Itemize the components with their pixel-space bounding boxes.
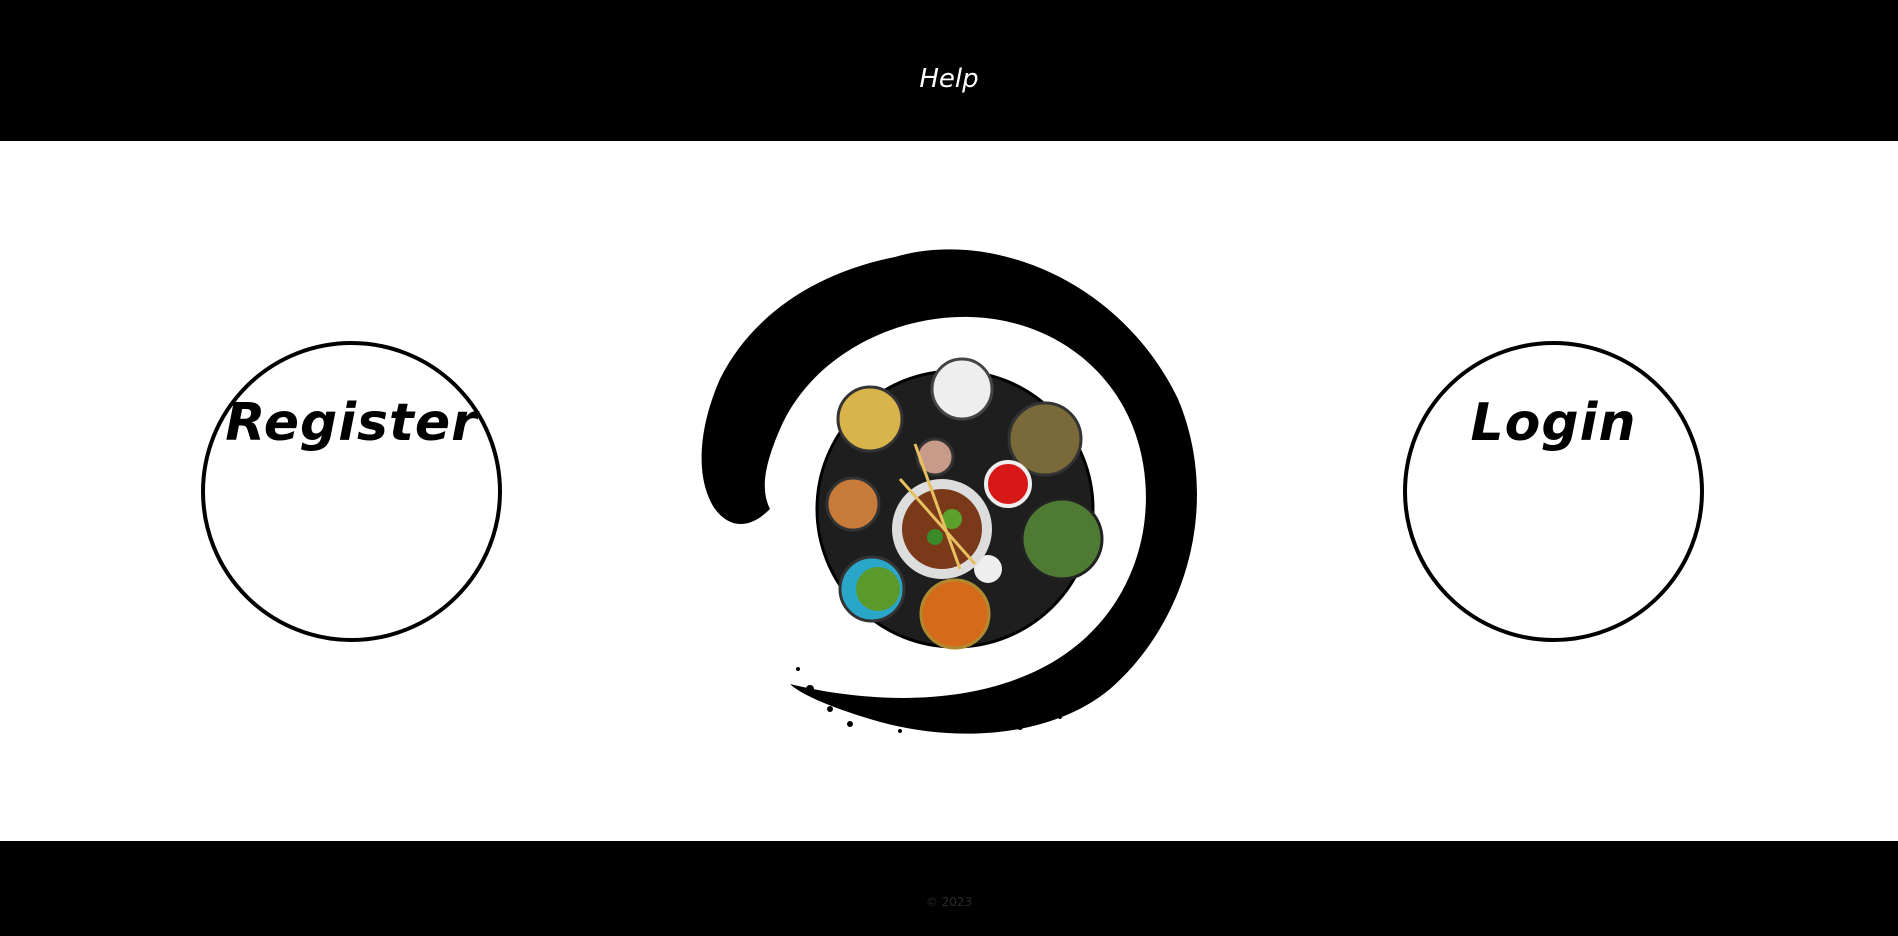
register-button[interactable]: Register	[201, 341, 502, 642]
copyright-text: © 2023	[925, 895, 973, 909]
ink-circle-food-logo	[701, 249, 1197, 734]
header-bar: Help	[0, 0, 1898, 141]
footer-bar: © 2023	[0, 841, 1898, 936]
register-label: Register	[225, 393, 478, 453]
help-link[interactable]: Help	[0, 64, 1898, 94]
page: Help Register Login © 2023	[0, 0, 1898, 936]
login-button[interactable]: Login	[1403, 341, 1704, 642]
main-area: Register Login	[0, 141, 1898, 841]
login-label: Login	[1470, 393, 1637, 453]
